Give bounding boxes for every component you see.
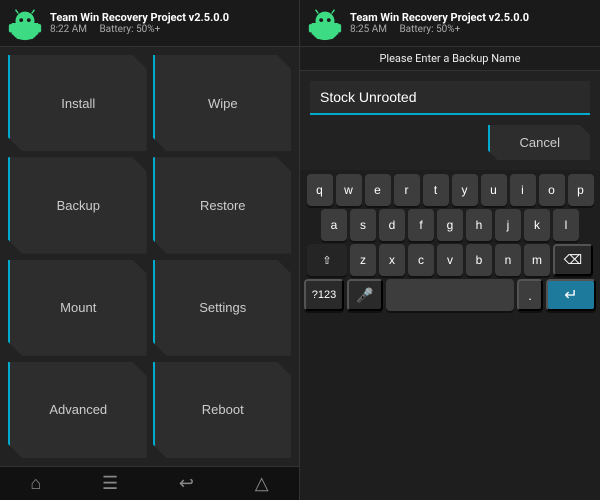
backup-button[interactable]: Backup	[8, 157, 147, 253]
key-num[interactable]: ?123	[304, 279, 344, 311]
key-t[interactable]: t	[423, 174, 449, 206]
key-y[interactable]: y	[452, 174, 478, 206]
menu-icon[interactable]: ☰	[102, 473, 118, 494]
key-u[interactable]: u	[481, 174, 507, 206]
keyboard: q w e r t y u i o p a s d f g h j k l ⇧ …	[300, 170, 600, 500]
right-header-info: Team Win Recovery Project v2.5.0.0 8:25 …	[350, 11, 529, 35]
nav-buttons-grid: Install Wipe Backup Restore Mount Settin…	[0, 47, 299, 466]
left-title: Team Win Recovery Project v2.5.0.0	[50, 11, 229, 24]
android-logo	[6, 4, 44, 42]
key-e[interactable]: e	[365, 174, 391, 206]
key-g[interactable]: g	[437, 209, 463, 241]
left-panel: Team Win Recovery Project v2.5.0.0 8:22 …	[0, 0, 300, 500]
wipe-button[interactable]: Wipe	[153, 55, 292, 151]
backspace-button[interactable]: ⌫	[553, 244, 593, 276]
key-b[interactable]: b	[466, 244, 492, 276]
backup-name-input[interactable]	[310, 81, 590, 115]
keyboard-bottom-row: ?123 🎤 . ↵	[304, 279, 596, 311]
key-v[interactable]: v	[437, 244, 463, 276]
key-enter[interactable]: ↵	[546, 279, 596, 311]
left-bottom-bar: ⌂ ☰ ↩ △	[0, 466, 299, 500]
key-s[interactable]: s	[350, 209, 376, 241]
key-c[interactable]: c	[408, 244, 434, 276]
settings-button[interactable]: Settings	[153, 260, 292, 356]
key-w[interactable]: w	[336, 174, 362, 206]
key-shift[interactable]: ⇧	[307, 244, 347, 276]
key-mic[interactable]: 🎤	[347, 279, 383, 311]
key-l[interactable]: l	[553, 209, 579, 241]
input-area	[300, 71, 600, 125]
left-time-battery: 8:22 AM Battery: 50%+	[50, 24, 229, 35]
key-r[interactable]: r	[394, 174, 420, 206]
key-a[interactable]: a	[321, 209, 347, 241]
key-z[interactable]: z	[350, 244, 376, 276]
key-k[interactable]: k	[524, 209, 550, 241]
left-header: Team Win Recovery Project v2.5.0.0 8:22 …	[0, 0, 299, 47]
key-i[interactable]: i	[510, 174, 536, 206]
cancel-area: Cancel	[300, 125, 600, 170]
key-d[interactable]: d	[379, 209, 405, 241]
android-logo-right	[306, 4, 344, 42]
key-dot[interactable]: .	[517, 279, 543, 311]
keyboard-row-3: ⇧ z x c v b n m ⌫	[304, 244, 596, 276]
left-header-info: Team Win Recovery Project v2.5.0.0 8:22 …	[50, 11, 229, 35]
reboot-button[interactable]: Reboot	[153, 362, 292, 458]
key-o[interactable]: o	[539, 174, 565, 206]
key-p[interactable]: p	[568, 174, 594, 206]
mount-button[interactable]: Mount	[8, 260, 147, 356]
key-j[interactable]: j	[495, 209, 521, 241]
home2-icon[interactable]: △	[255, 473, 269, 494]
keyboard-row-2: a s d f g h j k l	[304, 209, 596, 241]
right-title: Team Win Recovery Project v2.5.0.0	[350, 11, 529, 24]
cancel-button[interactable]: Cancel	[488, 125, 590, 160]
advanced-button[interactable]: Advanced	[8, 362, 147, 458]
right-time-battery: 8:25 AM Battery: 50%+	[350, 24, 529, 35]
keyboard-row-1: q w e r t y u i o p	[304, 174, 596, 206]
key-x[interactable]: x	[379, 244, 405, 276]
key-h[interactable]: h	[466, 209, 492, 241]
key-f[interactable]: f	[408, 209, 434, 241]
prompt-text: Please Enter a Backup Name	[379, 52, 520, 65]
right-header: Team Win Recovery Project v2.5.0.0 8:25 …	[300, 0, 600, 47]
restore-button[interactable]: Restore	[153, 157, 292, 253]
prompt-bar: Please Enter a Backup Name	[300, 47, 600, 71]
back-icon[interactable]: ↩	[179, 473, 194, 494]
home-icon[interactable]: ⌂	[30, 473, 41, 494]
key-space[interactable]	[386, 279, 514, 311]
key-q[interactable]: q	[307, 174, 333, 206]
key-n[interactable]: n	[495, 244, 521, 276]
right-panel: Team Win Recovery Project v2.5.0.0 8:25 …	[300, 0, 600, 500]
install-button[interactable]: Install	[8, 55, 147, 151]
key-m[interactable]: m	[524, 244, 550, 276]
